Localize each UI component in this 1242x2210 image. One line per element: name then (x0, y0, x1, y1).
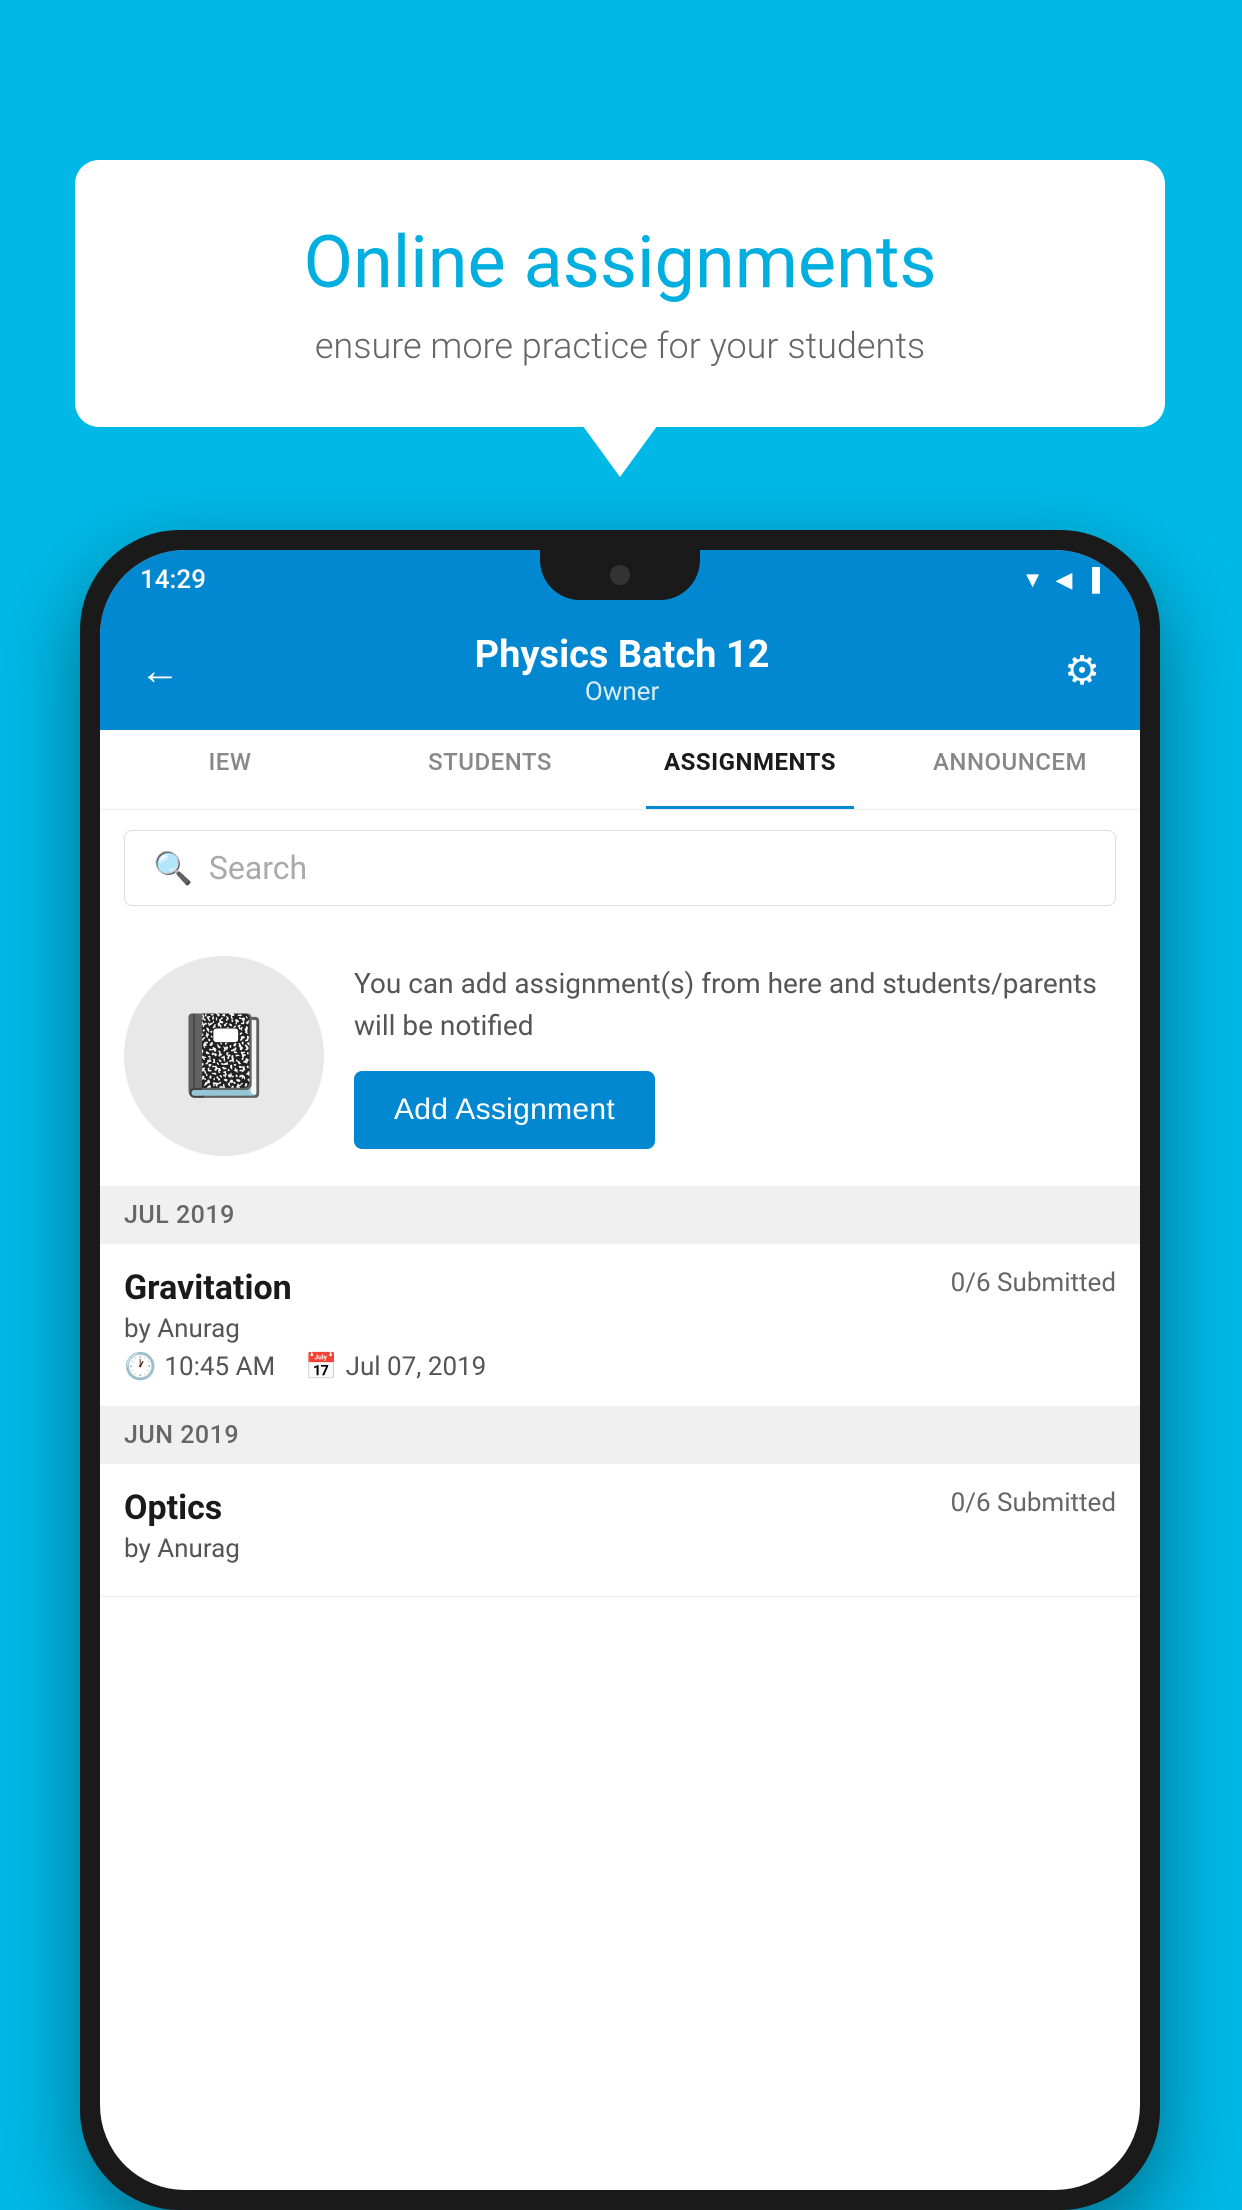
search-placeholder: Search (209, 849, 307, 887)
tabs-container: IEW STUDENTS ASSIGNMENTS ANNOUNCEM (100, 730, 1140, 810)
tab-announcements[interactable]: ANNOUNCEM (880, 729, 1140, 809)
battery-icon: ▐ (1084, 567, 1100, 593)
status-time: 14:29 (140, 565, 206, 595)
status-bar: 14:29 ▼ ◀ ▐ (100, 550, 1140, 610)
assignment-row-top-optics: Optics 0/6 Submitted (124, 1488, 1116, 1528)
month-header-jun: JUN 2019 (100, 1407, 1140, 1464)
assignment-author: by Anurag (124, 1314, 1116, 1344)
assignment-row-top: Gravitation 0/6 Submitted (124, 1268, 1116, 1308)
content-area: 🔍 Search 📓 You can add assignment(s) fro… (100, 810, 1140, 1597)
assignment-time: 10:45 AM (164, 1352, 275, 1382)
meta-date: 📅 Jul 07, 2019 (305, 1352, 486, 1382)
search-container: 🔍 Search (100, 810, 1140, 926)
calendar-icon: 📅 (305, 1352, 337, 1382)
tab-iew[interactable]: IEW (100, 729, 360, 809)
promo-text: You can add assignment(s) from here and … (354, 963, 1116, 1047)
signal-icon: ◀ (1055, 568, 1072, 593)
search-icon: 🔍 (153, 849, 193, 887)
back-button[interactable]: ← (140, 647, 180, 694)
promo-right: You can add assignment(s) from here and … (354, 963, 1116, 1149)
tab-assignments[interactable]: ASSIGNMENTS (620, 729, 880, 809)
header-title: Physics Batch 12 (475, 633, 770, 677)
assignment-submitted-optics: 0/6 Submitted (951, 1488, 1116, 1518)
speech-bubble-container: Online assignments ensure more practice … (75, 160, 1165, 427)
settings-icon[interactable]: ⚙ (1064, 647, 1100, 694)
header-subtitle: Owner (475, 677, 770, 707)
assignment-meta: 🕐 10:45 AM 📅 Jul 07, 2019 (124, 1352, 1116, 1382)
header-title-group: Physics Batch 12 Owner (475, 633, 770, 707)
assignment-name-optics: Optics (124, 1488, 222, 1528)
app-header: ← Physics Batch 12 Owner ⚙ (100, 610, 1140, 730)
assignment-icon-circle: 📓 (124, 956, 324, 1156)
promo-section: 📓 You can add assignment(s) from here an… (100, 926, 1140, 1187)
notebook-icon: 📓 (174, 1009, 274, 1103)
meta-time: 🕐 10:45 AM (124, 1352, 275, 1382)
speech-bubble: Online assignments ensure more practice … (75, 160, 1165, 427)
tab-students[interactable]: STUDENTS (360, 729, 620, 809)
notch (540, 550, 700, 600)
search-bar[interactable]: 🔍 Search (124, 830, 1116, 906)
speech-bubble-subtitle: ensure more practice for your students (145, 325, 1095, 367)
phone-inner: 14:29 ▼ ◀ ▐ ← Physics Batch 12 Owner ⚙ I… (100, 550, 1140, 2190)
assignment-name: Gravitation (124, 1268, 292, 1308)
phone-frame: 14:29 ▼ ◀ ▐ ← Physics Batch 12 Owner ⚙ I… (80, 530, 1160, 2210)
camera-dot (610, 565, 630, 585)
assignment-date: Jul 07, 2019 (346, 1352, 487, 1382)
assignment-submitted: 0/6 Submitted (951, 1268, 1116, 1298)
assignment-item-gravitation[interactable]: Gravitation 0/6 Submitted by Anurag 🕐 10… (100, 1244, 1140, 1407)
clock-icon: 🕐 (124, 1352, 156, 1382)
speech-bubble-title: Online assignments (145, 220, 1095, 305)
add-assignment-button[interactable]: Add Assignment (354, 1071, 655, 1149)
wifi-icon: ▼ (1022, 567, 1044, 593)
assignment-item-optics[interactable]: Optics 0/6 Submitted by Anurag (100, 1464, 1140, 1597)
month-header-jul: JUL 2019 (100, 1187, 1140, 1244)
assignment-author-optics: by Anurag (124, 1534, 1116, 1564)
status-icons: ▼ ◀ ▐ (1022, 567, 1100, 593)
